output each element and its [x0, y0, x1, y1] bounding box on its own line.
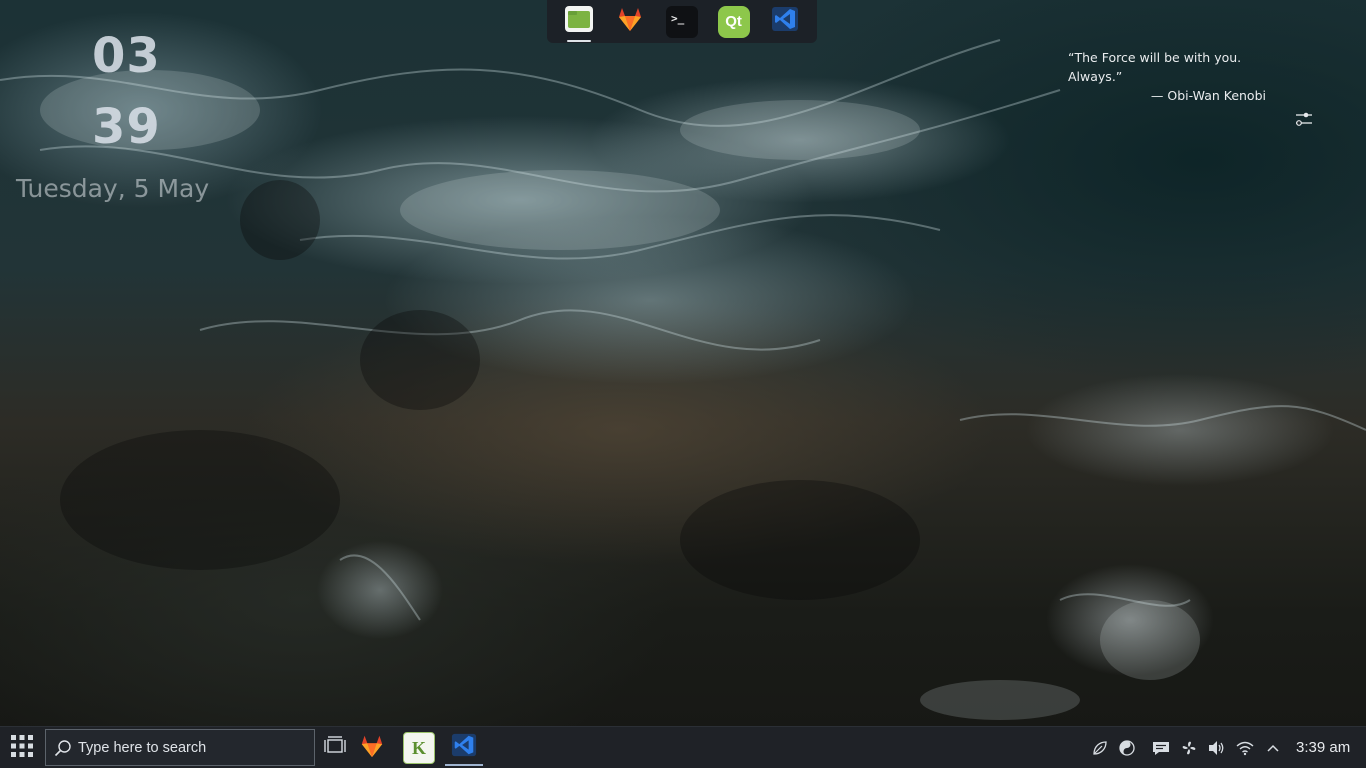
start-button[interactable]	[4, 731, 40, 765]
dock-gitlab-app[interactable]	[614, 6, 646, 38]
wifi-icon[interactable]	[1235, 738, 1255, 758]
gitlab-fox-icon	[359, 733, 385, 764]
task-view-icon	[324, 735, 346, 761]
top-dock: >_ Qt	[547, 0, 817, 43]
desktop-wallpaper[interactable]: 03 39 Tuesday, 5 May “The Force will be …	[0, 0, 1366, 768]
task-view-button[interactable]	[316, 730, 354, 766]
quote-widget: “The Force will be with you. Always.” — …	[1060, 48, 1282, 105]
gitlab-fox-icon	[616, 5, 644, 38]
speaker-icon[interactable]	[1207, 738, 1227, 758]
vscode-icon	[451, 732, 477, 763]
taskbar-kile-app[interactable]: K	[400, 730, 438, 766]
leaf-icon[interactable]	[1090, 738, 1110, 758]
fan-icon[interactable]	[1179, 738, 1199, 758]
terminal-icon: >_	[670, 11, 685, 25]
app-grid-icon	[9, 733, 35, 764]
dock-vscode-app[interactable]	[769, 6, 801, 38]
chevron-up-icon[interactable]	[1263, 738, 1283, 758]
taskbar-clock[interactable]: 3:39 am	[1296, 739, 1350, 756]
clock-widget-minutes: 39	[92, 99, 161, 155]
taskbar: Type here to search K 3:39 am	[0, 726, 1366, 768]
kile-icon-label: K	[411, 737, 426, 758]
dock-qt-app[interactable]: Qt	[717, 5, 750, 38]
qt-icon: Qt	[725, 13, 742, 30]
clock-widget-date: Tuesday, 5 May	[16, 174, 210, 203]
kile-icon: K	[403, 732, 435, 764]
dock-terminal-app[interactable]: >_	[665, 5, 698, 38]
vscode-icon	[771, 5, 799, 38]
quote-text: “The Force will be with you. Always.”	[1068, 50, 1242, 84]
search-placeholder: Type here to search	[78, 739, 207, 756]
search-input[interactable]: Type here to search	[45, 729, 315, 766]
search-icon	[54, 739, 72, 757]
yin-yang-icon[interactable]	[1117, 738, 1137, 758]
chat-bubble-icon[interactable]	[1151, 738, 1171, 758]
dock-files-app[interactable]	[563, 5, 595, 42]
folder-icon	[564, 5, 594, 38]
wallpaper-texture	[0, 39, 1366, 720]
taskbar-gitlab-app[interactable]	[353, 730, 391, 766]
sliders-toggle-icon[interactable]	[1293, 108, 1315, 130]
quote-author: — Obi-Wan Kenobi	[1150, 88, 1266, 103]
taskbar-vscode-app[interactable]	[445, 730, 483, 766]
clock-widget-hours: 03	[92, 28, 161, 84]
